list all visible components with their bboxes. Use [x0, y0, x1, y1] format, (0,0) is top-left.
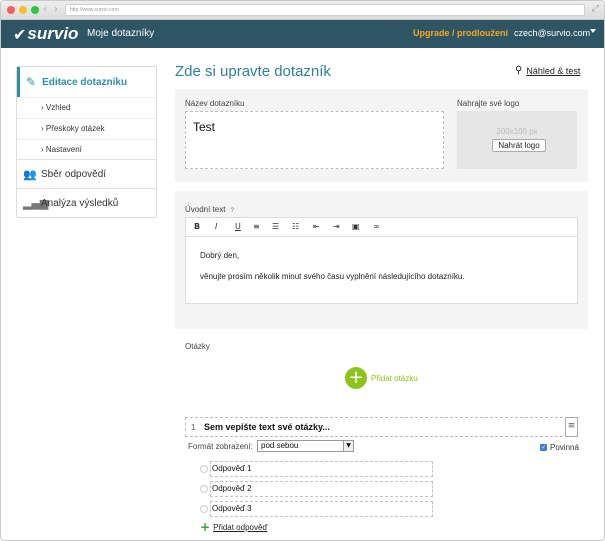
indent-icon[interactable]: ⇥: [333, 222, 340, 232]
required-label: Povinná: [550, 443, 579, 452]
questions-label: Otázky: [185, 342, 210, 351]
name-label: Název dotazníku: [185, 99, 245, 108]
forward-arrow-icon[interactable]: ›: [54, 4, 58, 16]
browser-chrome: ‹ › http://www.survio.com ⤢: [1, 1, 604, 20]
user-menu[interactable]: czech@survio.com: [514, 28, 590, 38]
maximize-window-button[interactable]: [31, 6, 39, 14]
answer-input[interactable]: Odpověď 2: [210, 481, 433, 497]
answer-option: Odpověď 1: [200, 461, 433, 477]
rich-text-editor[interactable]: B I U ≡ ☰ ☷ ⇤ ⇥ ▣ ∞ Dobrý den, věnujte p…: [185, 217, 578, 304]
display-format-label: Formát zobrazení:: [188, 442, 253, 451]
minimize-window-button[interactable]: [19, 6, 27, 14]
browser-window: ‹ › http://www.survio.com ⤢ ✔ survio Moj…: [0, 0, 605, 541]
display-format-select[interactable]: pod sebou ▼: [257, 440, 354, 452]
sidebar: ✎ Editace dotazníku › Vzhled › Přeskoky …: [16, 66, 157, 218]
sidebar-subitem-settings[interactable]: › Nastavení: [17, 139, 156, 160]
radio-icon[interactable]: [200, 485, 208, 493]
sidebar-subitem-appearance[interactable]: › Vzhled: [17, 97, 156, 118]
preview-label: Náhled & test: [526, 65, 581, 76]
my-surveys-link[interactable]: Moje dotazníky: [87, 28, 154, 39]
intro-paragraph: Dobrý den,: [200, 251, 240, 260]
align-left-icon[interactable]: ≡: [253, 222, 260, 232]
preview-test-link[interactable]: ⚲ Náhled & test: [515, 65, 580, 76]
add-question-label: Přidat otázku: [371, 373, 418, 383]
plus-circle-icon: +: [345, 367, 367, 389]
bar-chart-icon: ▂▄▆: [23, 197, 49, 210]
italic-button[interactable]: I: [215, 222, 217, 232]
numbered-list-icon[interactable]: ☷: [292, 222, 299, 232]
upload-logo-button[interactable]: Nahrát logo: [492, 139, 546, 152]
chevron-down-icon[interactable]: [590, 29, 596, 33]
link-icon[interactable]: ∞: [373, 222, 380, 232]
back-arrow-icon[interactable]: ‹: [43, 4, 47, 16]
bulleted-list-icon[interactable]: ☰: [272, 222, 279, 232]
add-answer-button[interactable]: + Přidat odpověď: [200, 520, 268, 534]
answer-input[interactable]: Odpověď 3: [210, 501, 433, 517]
radio-icon[interactable]: [200, 465, 208, 473]
app-header: ✔ survio Moje dotazníky Upgrade / prodlo…: [1, 20, 604, 48]
check-logo-icon: ✔: [13, 24, 27, 44]
logo-upload-area[interactable]: 200x100 px Nahrát logo: [457, 111, 577, 169]
editor-toolbar: B I U ≡ ☰ ☷ ⇤ ⇥ ▣ ∞: [186, 218, 577, 237]
intro-label: Úvodní text?: [185, 205, 234, 214]
intro-paragraph: věnujte prosím několik minut svého času …: [200, 272, 465, 281]
question-text-input[interactable]: Sem vepište text své otázky...: [204, 422, 330, 432]
intro-label-text: Úvodní text: [185, 205, 226, 214]
survio-logo[interactable]: ✔ survio: [13, 24, 78, 44]
logo-text: survio: [27, 24, 79, 43]
sidebar-item-label: Sběr odpovědí: [41, 169, 107, 180]
sidebar-item-label: Analýza výsledků: [41, 198, 119, 209]
intro-text-content[interactable]: Dobrý den, věnujte prosím několik minut …: [200, 250, 465, 292]
logo-dimensions: 200x100 px: [496, 127, 538, 136]
radio-icon[interactable]: [200, 505, 208, 513]
sidebar-subitem-question-skips[interactable]: › Přeskoky otázek: [17, 118, 156, 139]
page-title: Zde si upravte dotazník: [175, 63, 331, 80]
survey-name-input[interactable]: Test: [185, 111, 444, 169]
help-icon[interactable]: ?: [230, 208, 233, 214]
question-row[interactable]: 1 Sem vepište text své otázky... ≡: [185, 417, 578, 437]
sidebar-item-collect-responses[interactable]: 👥 Sběr odpovědí: [17, 159, 156, 189]
sidebar-item-analyze-results[interactable]: ▂▄▆ Analýza výsledků: [17, 188, 156, 218]
outdent-icon[interactable]: ⇤: [313, 222, 320, 232]
sidebar-item-edit-survey[interactable]: ✎ Editace dotazníku: [17, 67, 156, 97]
answer-option: Odpověď 3: [200, 501, 433, 517]
add-answer-label: Přidat odpověď: [213, 522, 268, 532]
users-icon: 👥: [23, 168, 37, 181]
answer-input[interactable]: Odpověď 1: [210, 461, 433, 477]
close-window-button[interactable]: [7, 6, 15, 14]
logo-label: Nahrajte své logo: [457, 99, 520, 108]
upgrade-link[interactable]: Upgrade / prodloužení: [413, 28, 508, 38]
add-question-button[interactable]: + Přidat otázku: [345, 367, 418, 389]
question-number: 1: [191, 423, 196, 432]
fullscreen-icon[interactable]: ⤢: [592, 4, 599, 14]
checkbox-checked-icon: ✓: [540, 444, 547, 451]
sidebar-item-label: Editace dotazníku: [42, 76, 128, 88]
search-icon: ⚲: [515, 65, 523, 76]
underline-button[interactable]: U: [235, 222, 241, 232]
pencil-icon: ✎: [26, 75, 37, 89]
address-bar[interactable]: http://www.survio.com: [65, 4, 585, 16]
hamburger-menu-icon[interactable]: ≡: [565, 417, 578, 437]
display-format-value: pod sebou: [261, 441, 299, 450]
required-checkbox[interactable]: ✓ Povinná: [540, 443, 579, 452]
chevron-down-icon: ▼: [343, 441, 353, 451]
image-icon[interactable]: ▣: [352, 222, 360, 232]
answer-option: Odpověď 2: [200, 481, 433, 497]
plus-icon: +: [200, 520, 211, 534]
bold-button[interactable]: B: [194, 222, 200, 232]
